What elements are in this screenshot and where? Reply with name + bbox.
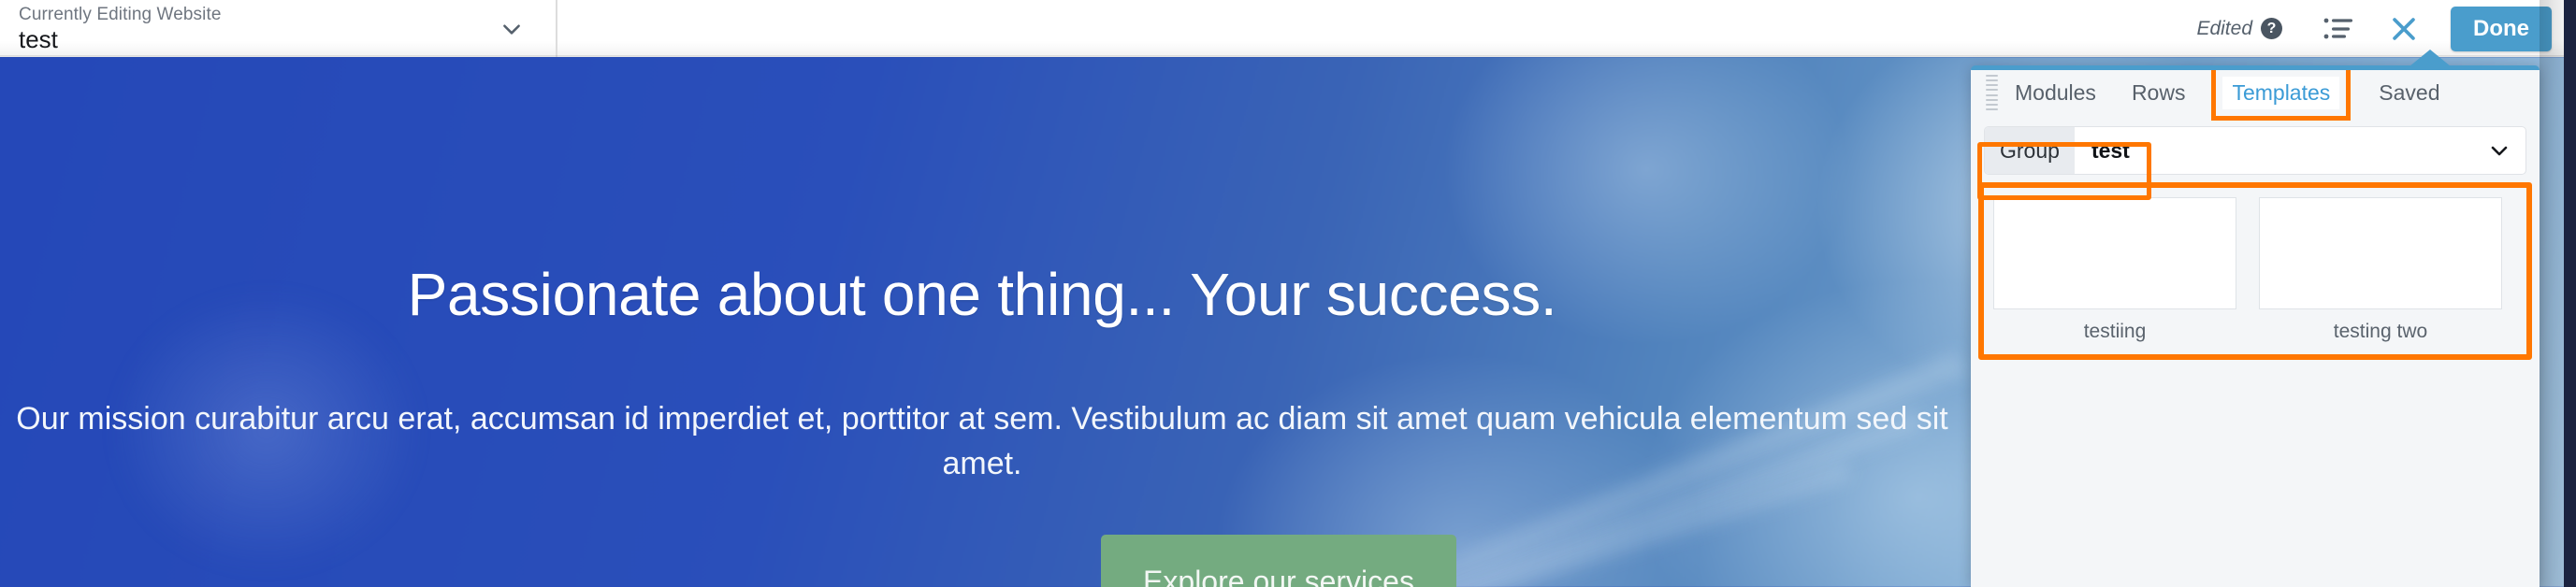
chevron-down-icon — [2488, 139, 2511, 162]
top-toolbar: Currently Editing Website test Edited ? — [0, 0, 2576, 58]
content-panel: Modules Rows Templates Saved Group test … — [1971, 65, 2540, 587]
hero-title: Passionate about one thing... Your succe… — [407, 261, 1557, 328]
tab-modules[interactable]: Modules — [2013, 77, 2098, 109]
explore-our-services-button[interactable]: Explore our services — [1101, 535, 1456, 587]
site-selector[interactable]: Currently Editing Website test — [0, 0, 557, 57]
templates-grid: testiing testing two — [1984, 188, 2526, 352]
done-button[interactable]: Done — [2451, 6, 2552, 51]
template-name: testing two — [2333, 321, 2428, 342]
edited-status-label: Edited — [2196, 17, 2252, 39]
template-name: testiing — [2083, 321, 2147, 342]
site-selector-value: test — [19, 25, 58, 53]
window-right-edge — [2564, 0, 2576, 587]
bullet-list-icon[interactable] — [2316, 7, 2361, 51]
hero-subtitle: Our mission curabitur arcu erat, accumsa… — [16, 401, 1948, 482]
group-filter-select[interactable]: Group test — [1984, 126, 2526, 175]
templates-section: testiing testing two — [1978, 182, 2532, 360]
group-filter-tag: Group — [1985, 127, 2075, 174]
screen-root: Passionate about one thing... Your succe… — [0, 0, 2576, 587]
chevron-down-icon — [499, 17, 524, 41]
tab-saved[interactable]: Saved — [2377, 77, 2441, 109]
panel-tab-bar: Modules Rows Templates Saved — [1971, 70, 2540, 121]
toolbar-right-cluster: Edited ? Done — [2196, 0, 2576, 57]
help-icon[interactable]: ? — [2261, 18, 2282, 39]
drag-grip-icon[interactable] — [1986, 75, 1998, 110]
hero-content: Passionate about one thing... Your succe… — [0, 57, 1964, 587]
panel-pointer-arrow — [2410, 50, 2451, 66]
template-thumbnail[interactable] — [1993, 197, 2236, 309]
tab-templates[interactable]: Templates — [2211, 70, 2352, 121]
template-card[interactable]: testing two — [2259, 197, 2502, 343]
tab-rows[interactable]: Rows — [2130, 77, 2188, 109]
site-selector-label: Currently Editing Website — [19, 5, 222, 24]
template-card[interactable]: testiing — [1993, 197, 2236, 343]
edited-status: Edited ? — [2196, 18, 2282, 40]
close-x-icon[interactable] — [2381, 7, 2426, 51]
template-thumbnail[interactable] — [2259, 197, 2502, 309]
group-filter-value: test — [2091, 137, 2130, 163]
